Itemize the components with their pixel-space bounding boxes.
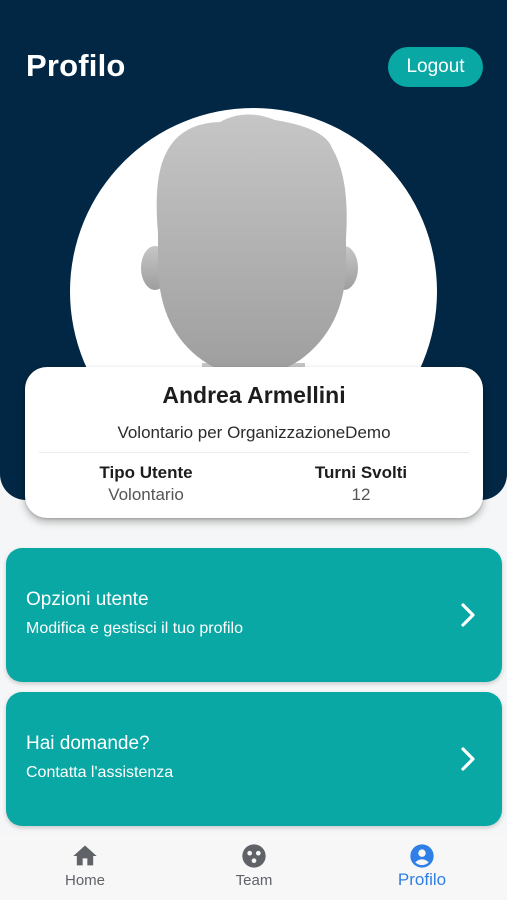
home-icon [73, 845, 97, 866]
divider [39, 452, 469, 453]
logout-button[interactable]: Logout [388, 47, 483, 87]
stat-shifts-done: Turni Svolti 12 [261, 463, 461, 505]
menu-card-title: Hai domande? [26, 733, 150, 754]
account-circle-icon [410, 844, 434, 868]
stat-value: 12 [351, 485, 371, 504]
page-title: Profilo [26, 48, 126, 83]
nav-label: Home [64, 872, 105, 889]
nav-label: Team [235, 872, 273, 889]
chevron-right-icon [461, 603, 475, 627]
bottom-navigation: Home Team Profilo [0, 835, 507, 900]
stat-label: Turni Svolti [314, 463, 408, 482]
nav-item-team[interactable]: Team [199, 842, 309, 889]
stat-value: Volontario [108, 485, 184, 504]
menu-card-title: Opzioni utente [26, 589, 149, 610]
team-icon [242, 844, 266, 868]
menu-card-subtitle: Contatta l'assistenza [26, 764, 174, 781]
profile-card: Andrea Armellini Volontario per Organizz… [25, 367, 483, 518]
chevron-right-icon [461, 747, 475, 771]
help-card[interactable]: Hai domande? Contatta l'assistenza [6, 692, 502, 826]
stat-user-type: Tipo Utente Volontario [46, 463, 246, 505]
user-options-card[interactable]: Opzioni utente Modifica e gestisci il tu… [6, 548, 502, 682]
nav-item-home[interactable]: Home [30, 842, 140, 889]
user-role: Volontario per OrganizzazioneDemo [117, 423, 391, 442]
nav-label: Profilo [397, 870, 447, 889]
stat-label: Tipo Utente [99, 463, 193, 482]
menu-card-subtitle: Modifica e gestisci il tuo profilo [26, 620, 243, 637]
user-name: Andrea Armellini [162, 382, 346, 408]
nav-item-profile[interactable]: Profilo [367, 842, 477, 890]
